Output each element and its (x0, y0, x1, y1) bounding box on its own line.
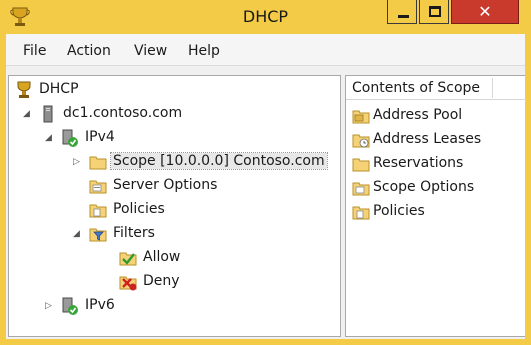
network-check-icon (62, 129, 78, 147)
contents-pane[interactable]: Contents of Scope Address Pool Address L… (345, 75, 526, 337)
tree-node-policies[interactable]: Policies (89, 199, 209, 221)
maximize-icon (429, 6, 441, 17)
folder-icon (89, 156, 107, 170)
tree-node-deny[interactable]: Deny (119, 271, 219, 293)
dhcp-trophy-icon (17, 81, 31, 98)
list-item-address-pool[interactable]: Address Pool (352, 105, 522, 127)
list-label: Reservations (373, 155, 464, 171)
tree-node-server-options[interactable]: Server Options (89, 175, 249, 197)
options-folder-icon (89, 180, 107, 194)
minimize-icon (398, 15, 409, 18)
policies-folder-icon (352, 206, 370, 220)
client-area: File Action View Help DHCP ◢ dc1.contoso… (6, 34, 526, 339)
tree-node-filters[interactable]: ◢ Filters (73, 223, 193, 245)
list-item-reservations[interactable]: Reservations (352, 153, 522, 175)
expanded-arrow-icon[interactable]: ◢ (23, 109, 31, 119)
filter-funnel-icon (89, 228, 107, 242)
collapsed-arrow-icon[interactable]: ▷ (73, 157, 81, 167)
minimize-button[interactable] (387, 0, 417, 24)
list-label: Address Leases (373, 131, 482, 147)
maximize-button[interactable] (419, 0, 449, 24)
menu-file[interactable]: File (23, 43, 46, 59)
menu-view[interactable]: View (134, 43, 167, 59)
menu-help[interactable]: Help (188, 43, 220, 59)
collapsed-arrow-icon[interactable]: ▷ (45, 301, 53, 311)
deny-x-icon (119, 276, 137, 291)
network-check-icon (62, 297, 78, 315)
contents-header-label: Contents of Scope (352, 80, 481, 96)
tree-node-scope[interactable]: ▷ Scope [10.0.0.0] Contoso.com (73, 151, 333, 173)
folder-clock-icon (352, 134, 370, 148)
column-divider[interactable] (492, 78, 493, 98)
tree-label-server-options: Server Options (113, 177, 218, 193)
tree-label-filters: Filters (113, 225, 155, 241)
menu-action[interactable]: Action (67, 43, 111, 59)
tree-node-allow[interactable]: Allow (119, 247, 219, 269)
expanded-arrow-icon[interactable]: ◢ (45, 133, 53, 143)
close-button[interactable]: ✕ (451, 0, 519, 24)
menu-bar: File Action View Help (6, 34, 525, 66)
list-label: Address Pool (373, 107, 463, 123)
list-label: Scope Options (373, 179, 475, 195)
console-tree-pane[interactable]: DHCP ◢ dc1.contoso.com ◢ IPv4 ▷ Scope [1… (8, 75, 341, 337)
dhcp-window: DHCP ✕ File Action View Help DHCP ◢ dc1.… (0, 0, 531, 345)
server-tower-icon (43, 105, 53, 123)
list-item-policies[interactable]: Policies (352, 201, 522, 223)
expanded-arrow-icon[interactable]: ◢ (73, 229, 81, 239)
tree-label-ipv6: IPv6 (85, 297, 115, 313)
tree-node-ipv4[interactable]: ◢ IPv4 (45, 127, 165, 149)
allow-check-icon (119, 252, 137, 266)
options-folder-icon (352, 182, 370, 196)
tree-label-scope: Scope [10.0.0.0] Contoso.com (110, 152, 328, 170)
close-icon: ✕ (478, 2, 492, 21)
title-bar[interactable]: DHCP ✕ (0, 0, 531, 34)
list-item-address-leases[interactable]: Address Leases (352, 129, 522, 151)
list-item-scope-options[interactable]: Scope Options (352, 177, 522, 199)
folder-icon (352, 158, 370, 172)
contents-column-header[interactable]: Contents of Scope (346, 76, 526, 100)
tree-label-dhcp: DHCP (39, 81, 79, 97)
list-label: Policies (373, 203, 425, 219)
tree-node-ipv6[interactable]: ▷ IPv6 (45, 295, 165, 317)
tree-node-dhcp[interactable]: DHCP (15, 79, 215, 101)
tree-label-deny: Deny (143, 273, 180, 289)
tree-label-ipv4: IPv4 (85, 129, 115, 145)
folder-icon (352, 110, 370, 124)
tree-node-server[interactable]: ◢ dc1.contoso.com (23, 103, 243, 125)
policies-folder-icon (89, 204, 107, 218)
tree-label-server: dc1.contoso.com (63, 105, 183, 121)
tree-label-policies: Policies (113, 201, 165, 217)
tree-label-allow: Allow (143, 249, 181, 265)
